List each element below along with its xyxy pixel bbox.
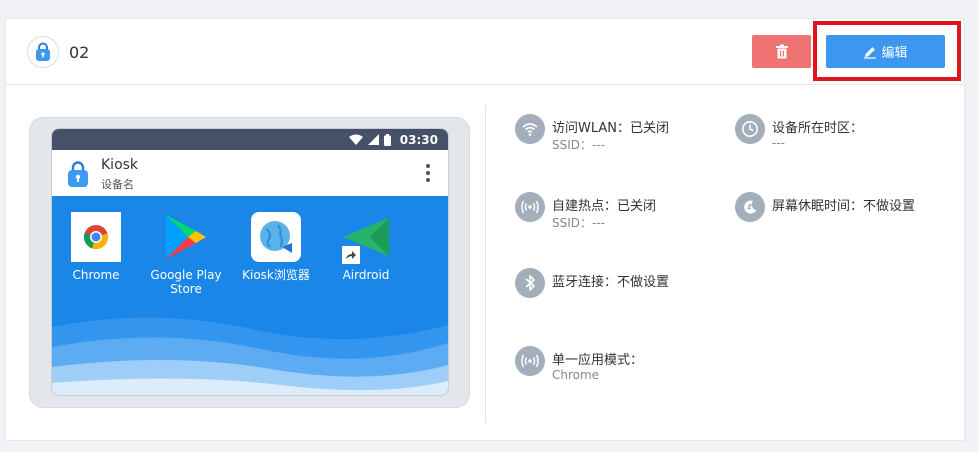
battery-icon: [383, 133, 391, 146]
trash-icon: [775, 44, 788, 59]
bluetooth-icon: [515, 268, 545, 298]
hotspot-ssid: SSID：---: [552, 216, 606, 230]
profile-name: 02: [69, 43, 90, 62]
timezone-value: ---: [772, 136, 785, 150]
cell-signal-icon: [367, 134, 379, 145]
timezone-title: 设备所在时区：: [772, 121, 864, 136]
app-tile-airdroid[interactable]: Airdroid: [323, 212, 409, 282]
wlan-ssid: SSID：---: [552, 138, 606, 152]
wave-background: [52, 317, 448, 395]
clock-icon: [735, 114, 765, 144]
tablet-screen: 03:30 Kiosk 设备名 Chrome Google Play Store…: [51, 128, 449, 396]
kiosk-app-icon: [68, 161, 88, 187]
kiosk-browser-icon: [251, 212, 301, 262]
kiosk-app-title: Kiosk: [101, 157, 139, 173]
profile-card: 02 编辑 03:30 Kiosk 设备名 Chrome Google Play…: [5, 18, 965, 441]
bluetooth-title: 蓝牙连接：不做设置: [552, 275, 670, 290]
highlight-box: [813, 21, 961, 81]
hotspot-icon: [515, 192, 545, 222]
kiosk-lock-icon: [27, 36, 59, 68]
app-tile-chrome[interactable]: Chrome: [53, 212, 139, 282]
delete-button[interactable]: [752, 35, 811, 68]
app-label: Google Play Store: [150, 268, 222, 296]
tablet-desktop: Chrome Google Play Store Kiosk浏览器 Airdro…: [52, 196, 448, 395]
tablet-preview: 03:30 Kiosk 设备名 Chrome Google Play Store…: [29, 117, 470, 408]
kiosk-app-bar: Kiosk 设备名: [52, 150, 448, 196]
card-header: 02 编辑: [6, 19, 964, 85]
app-label: Chrome: [72, 268, 120, 282]
shortcut-arrow-icon: [342, 246, 360, 264]
app-label: Airdroid: [342, 268, 390, 282]
app-label: Kiosk浏览器: [242, 268, 310, 282]
single-app-value: Chrome: [552, 368, 600, 382]
single-app-icon: [515, 346, 545, 376]
airdroid-icon: [341, 212, 391, 264]
app-tile-google-play[interactable]: Google Play Store: [143, 212, 229, 296]
wifi-signal-icon: [348, 134, 363, 145]
chrome-icon: [71, 212, 121, 262]
app-tile-kiosk-browser[interactable]: Kiosk浏览器: [233, 212, 319, 282]
moon-icon: [735, 192, 765, 222]
wlan-title: 访问WLAN：已关闭: [552, 121, 670, 136]
kiosk-app-subtitle: 设备名: [101, 178, 134, 191]
more-menu-icon[interactable]: [426, 164, 430, 182]
wifi-icon: [515, 114, 545, 144]
hotspot-title: 自建热点：已关闭: [552, 199, 657, 214]
sleep-title: 屏幕休眠时间：不做设置: [772, 199, 916, 214]
status-bar: 03:30: [52, 129, 448, 150]
status-time: 03:30: [399, 132, 438, 147]
single-app-title: 单一应用模式：: [552, 353, 644, 368]
vertical-divider: [485, 105, 486, 423]
google-play-icon: [161, 212, 211, 262]
